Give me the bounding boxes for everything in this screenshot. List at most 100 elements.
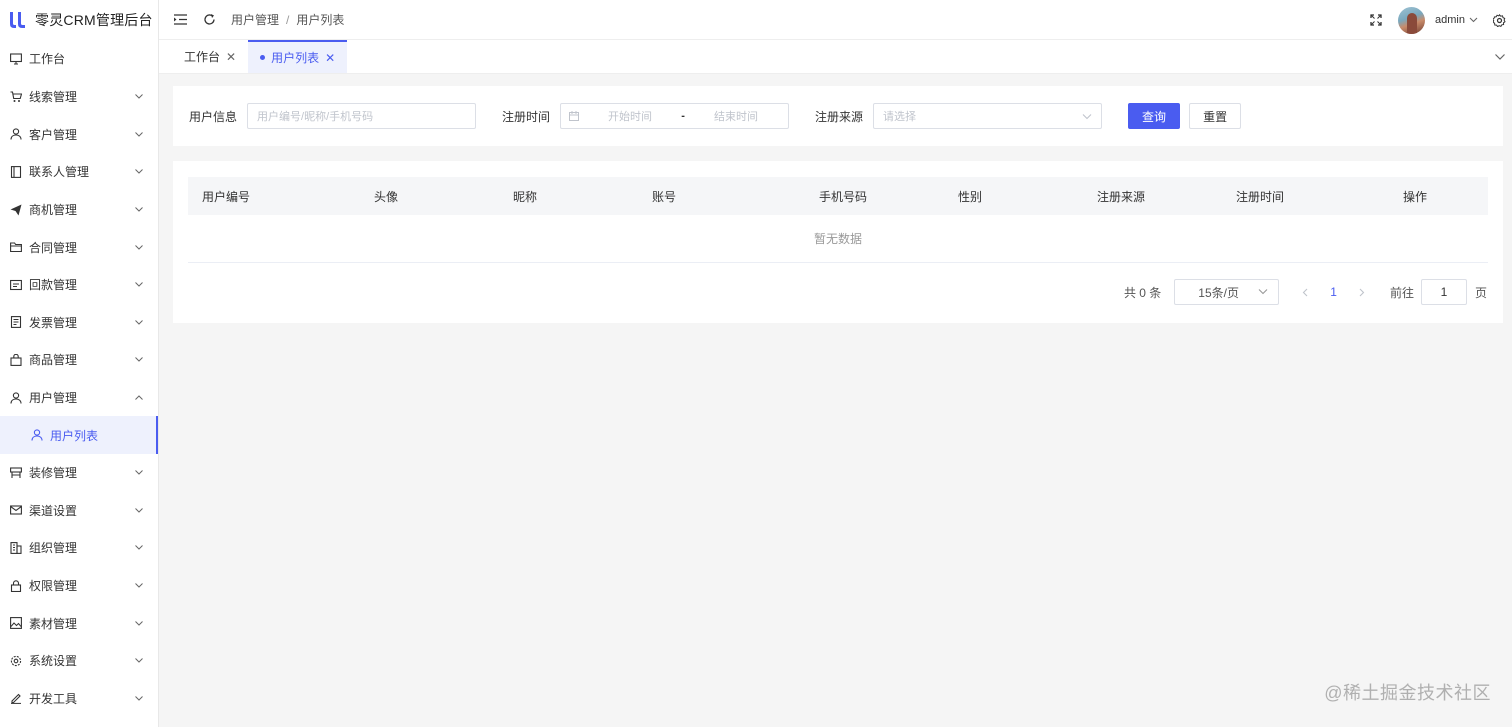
sidebar-item-label: 用户管理 [29,391,78,406]
page-number[interactable]: 1 [1330,285,1337,299]
cart-icon [9,90,22,103]
invoice-icon [9,316,22,329]
goto-page-value: 1 [1440,285,1448,299]
avatar[interactable] [1398,6,1426,34]
user-name[interactable]: admin [1435,14,1465,26]
image-icon [9,617,22,630]
chevron-down-icon[interactable] [1468,13,1478,27]
sidebar-item-contract[interactable]: 合同管理 [0,228,158,266]
column-header: 用户编号 [202,189,251,204]
gear-icon [9,654,22,667]
chevron-down-icon [134,242,144,252]
sidebar-item-decoration[interactable]: 装修管理 [0,454,158,492]
user-info-placeholder: 用户编号/昵称/手机号码 [257,111,374,123]
fullscreen-icon[interactable] [1369,13,1383,27]
chevron-down-icon [134,167,144,177]
sidebar-item-label: 合同管理 [29,240,78,255]
logo-icon [10,11,25,28]
sidebar-item-label: 商机管理 [29,203,78,218]
start-time-placeholder[interactable]: 开始时间 [591,108,669,124]
breadcrumb-item-user-management[interactable]: 用户管理 [231,11,279,28]
folder-icon [9,241,22,254]
logo[interactable]: 零灵CRM管理后台 [0,0,158,39]
table-header: 用户编号 头像 昵称 账号 手机号码 性别 注册来源 注册时间 操作 [188,177,1488,215]
sidebar-item-clue[interactable]: 线索管理 [0,78,158,116]
sidebar-item-permission[interactable]: 权限管理 [0,567,158,605]
tabs-more-chevron-down-icon[interactable] [1494,51,1506,63]
query-button[interactable]: 查询 [1128,103,1181,129]
chevron-down-icon [134,317,144,327]
bag-icon [9,353,22,366]
breadcrumb-item-user-list: 用户列表 [296,13,345,27]
close-icon[interactable]: ✕ [226,50,236,64]
tabs-bar: 工作台 ✕ 用户列表 ✕ [159,40,1512,74]
chevron-down-icon [134,543,144,553]
sidebar-item-material[interactable]: 素材管理 [0,604,158,642]
chevron-down-icon [134,693,144,703]
chevron-up-icon [134,393,144,403]
active-dot-icon [260,55,266,60]
chevron-down-icon [134,505,144,515]
monitor-icon [9,52,22,65]
user-icon [30,429,43,442]
close-icon[interactable]: ✕ [325,51,335,65]
sidebar-item-label: 发票管理 [29,315,78,330]
goto-page-input[interactable]: 1 [1420,279,1467,305]
decor-icon [9,466,22,479]
chevron-down-icon [134,618,144,628]
column-header: 注册时间 [1236,189,1285,204]
sidebar-item-workbench[interactable]: 工作台 [0,39,158,78]
sidebar-item-payment[interactable]: 回款管理 [0,266,158,304]
reg-time-label: 注册时间 [502,109,551,124]
sidebar-item-user-management[interactable]: 用户管理 [0,379,158,417]
tab-workbench[interactable]: 工作台 ✕ [172,40,248,73]
sidebar-item-dev-tools[interactable]: 开发工具 [0,680,158,718]
table-card: 用户编号 头像 昵称 账号 手机号码 性别 注册来源 注册时间 操作 暂无数据 … [173,161,1503,323]
sidebar-item-user-list[interactable]: 用户列表 [0,416,158,454]
column-header: 注册来源 [1097,189,1146,204]
lock-icon [9,579,22,592]
sidebar-item-invoice[interactable]: 发票管理 [0,304,158,342]
refresh-icon[interactable] [202,13,216,27]
user-info-input[interactable]: 用户编号/昵称/手机号码 [247,103,477,129]
sidebar: 零灵CRM管理后台 工作台线索管理客户管理联系人管理商机管理合同管理回款管理发票… [0,0,159,727]
goto-label: 前往 [1389,285,1414,300]
sidebar-item-goods[interactable]: 商品管理 [0,341,158,379]
chevron-down-icon [134,581,144,591]
breadcrumb: 用户管理 / 用户列表 [231,11,344,28]
end-time-placeholder[interactable]: 结束时间 [697,108,775,124]
sidebar-item-system-settings[interactable]: 系统设置 [0,642,158,680]
column-header: 操作 [1403,189,1428,204]
sidebar-item-label: 线索管理 [29,90,78,105]
header-right: admin [1369,0,1506,40]
sidebar-menu: 工作台线索管理客户管理联系人管理商机管理合同管理回款管理发票管理商品管理用户管理… [0,39,158,717]
column-header: 手机号码 [819,189,868,204]
filter-card: 用户信息 用户编号/昵称/手机号码 注册时间 开始时间 - 结束时间 注册来源 … [173,86,1503,146]
sidebar-item-label: 系统设置 [29,654,78,669]
sidebar-item-channel[interactable]: 渠道设置 [0,492,158,530]
sidebar-item-organization[interactable]: 组织管理 [0,529,158,567]
breadcrumb-separator: / [286,12,290,27]
page-size-select[interactable]: 15条/页 [1174,279,1280,305]
settings-gear-icon[interactable] [1492,13,1506,27]
sidebar-item-label: 组织管理 [29,541,78,556]
chevron-down-icon [1258,289,1268,295]
sidebar-item-label: 商品管理 [29,353,78,368]
menu-fold-icon[interactable] [173,13,187,27]
tab-user-list[interactable]: 用户列表 ✕ [248,40,348,73]
reset-button[interactable]: 重置 [1189,103,1242,129]
contact-book-icon [9,165,22,178]
sidebar-item-label: 联系人管理 [29,165,90,180]
column-header: 昵称 [513,189,538,204]
next-page-icon[interactable] [1357,288,1367,297]
reg-time-range-picker[interactable]: 开始时间 - 结束时间 [560,103,790,129]
app-title: 零灵CRM管理后台 [35,11,153,28]
sidebar-item-opportunity[interactable]: 商机管理 [0,191,158,229]
prev-page-icon[interactable] [1300,288,1310,297]
total-count: 共 0 条 [1123,285,1162,300]
sidebar-item-label: 用户列表 [50,428,99,443]
source-select[interactable]: 请选择 [873,103,1103,129]
column-header: 头像 [374,189,399,204]
sidebar-item-customer[interactable]: 客户管理 [0,116,158,154]
sidebar-item-contact[interactable]: 联系人管理 [0,153,158,191]
